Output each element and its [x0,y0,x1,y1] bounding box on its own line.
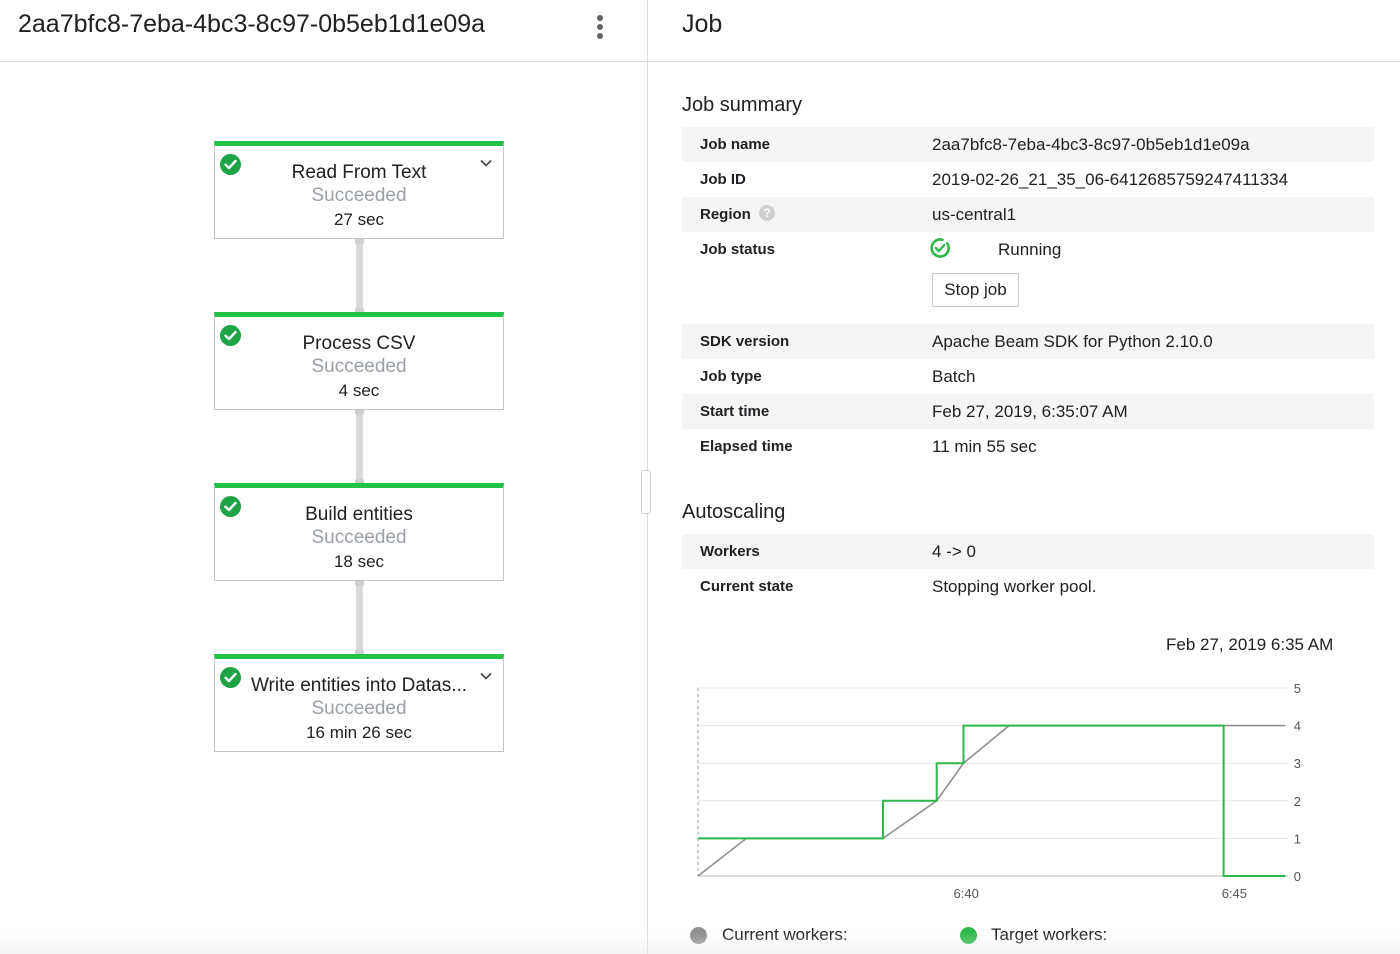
step-build-entities[interactable]: Build entities Succeeded 18 sec [214,483,504,581]
current-state-row: Current state Stopping worker pool. [682,569,1374,604]
workers-chart: 0 1 2 3 4 5 6:40 6:45 [697,681,1301,901]
y-tick-label: 2 [1294,794,1301,809]
start-time-row: Start time Feb 27, 2019, 6:35:07 AM [682,394,1374,429]
legend-dot-current [690,927,707,944]
step-connector [355,409,364,485]
elapsed-time-label: Elapsed time [700,438,793,455]
job-name-row: Job name 2aa7bfc8-7eba-4bc3-8c97-0b5eb1d… [682,127,1374,162]
current-state-value: Stopping worker pool. [932,577,1097,596]
job-type-label: Job type [700,368,762,385]
step-status: Succeeded [311,185,407,206]
step-status: Succeeded [311,356,407,377]
step-write-entities[interactable]: Write entities into Datas... Succeeded 1… [214,654,504,752]
workers-value: 4 -> 0 [932,542,976,561]
legend-current-label: Current workers: [722,925,848,944]
step-name: Read From Text [291,162,427,183]
chart-timestamp: Feb 27, 2019 6:35 AM [1166,635,1334,654]
region-value: us-central1 [932,205,1017,224]
region-row: Region ? us-central1 [682,197,1374,232]
stop-job-button[interactable]: Stop job [932,273,1019,307]
job-name-value: 2aa7bfc8-7eba-4bc3-8c97-0b5eb1d1e09a [932,135,1250,154]
y-tick-label: 1 [1294,831,1301,846]
step-process-csv[interactable]: Process CSV Succeeded 4 sec [214,312,504,410]
step-time: 18 sec [333,552,385,571]
current-state-label: Current state [700,578,794,595]
sdk-version-row: SDK version Apache Beam SDK for Python 2… [682,324,1374,359]
job-title: 2aa7bfc8-7eba-4bc3-8c97-0b5eb1d1e09a [18,10,486,38]
job-id-value: 2019-02-26_21_35_06-6412685759247411334 [932,170,1289,189]
help-icon[interactable]: ? [759,205,775,221]
step-status: Succeeded [311,527,407,548]
legend-dot-target [960,927,977,944]
step-time: 27 sec [333,210,385,229]
x-tick-label: 6:45 [1222,886,1247,901]
x-tick-label: 6:40 [954,886,979,901]
step-name: Process CSV [302,333,416,354]
job-graph-panel: 2aa7bfc8-7eba-4bc3-8c97-0b5eb1d1e09a Rea… [0,0,647,954]
job-status-value: Running [998,240,1062,259]
running-status-icon [930,238,950,258]
step-connector [355,238,364,314]
step-time: 4 sec [338,381,380,400]
workers-row: Workers 4 -> 0 [682,534,1374,569]
panel-title: Job [682,10,723,38]
chart-grid [697,687,1288,877]
more-vertical-icon[interactable] [590,12,610,42]
sdk-version-label: SDK version [700,333,790,350]
job-info-header: Job [648,0,1400,62]
step-read-from-text[interactable]: Read From Text Succeeded 27 sec [214,141,504,239]
job-name-label: Job name [700,136,771,153]
elapsed-time-value: 11 min 55 sec [932,437,1037,456]
job-type-row: Job type Batch [682,359,1374,394]
elapsed-time-row: Elapsed time 11 min 55 sec [682,429,1374,464]
y-tick-label: 5 [1294,681,1301,696]
step-time: 16 min 26 sec [306,723,412,742]
y-tick-label: 4 [1294,719,1301,734]
step-name: Build entities [305,504,413,525]
job-summary-heading: Job summary [682,94,803,116]
region-label: Region [700,206,751,223]
y-tick-label: 3 [1294,756,1301,771]
start-time-value: Feb 27, 2019, 6:35:07 AM [932,402,1128,421]
chart-ticks: 0 1 2 3 4 5 6:40 6:45 [954,681,1301,901]
workers-label: Workers [700,543,760,560]
y-tick-label: 0 [1294,869,1301,884]
sdk-version-value: Apache Beam SDK for Python 2.10.0 [932,332,1213,351]
step-name: Write entities into Datas... [250,675,468,696]
step-connector [355,580,364,656]
job-type-value: Batch [932,367,976,386]
start-time-label: Start time [700,403,770,420]
legend-target-label: Target workers: [991,925,1108,944]
job-id-label: Job ID [700,171,746,188]
step-status: Succeeded [311,698,407,719]
job-graph-header: 2aa7bfc8-7eba-4bc3-8c97-0b5eb1d1e09a [0,0,647,62]
job-info-panel: Job Job summary Job name 2aa7bfc8-7eba-4… [648,0,1400,954]
job-status-row: Job status Running [682,232,1374,267]
job-status-label: Job status [700,241,776,258]
job-id-row: Job ID 2019-02-26_21_35_06-6412685759247… [682,162,1374,197]
autoscaling-heading: Autoscaling [682,501,786,523]
